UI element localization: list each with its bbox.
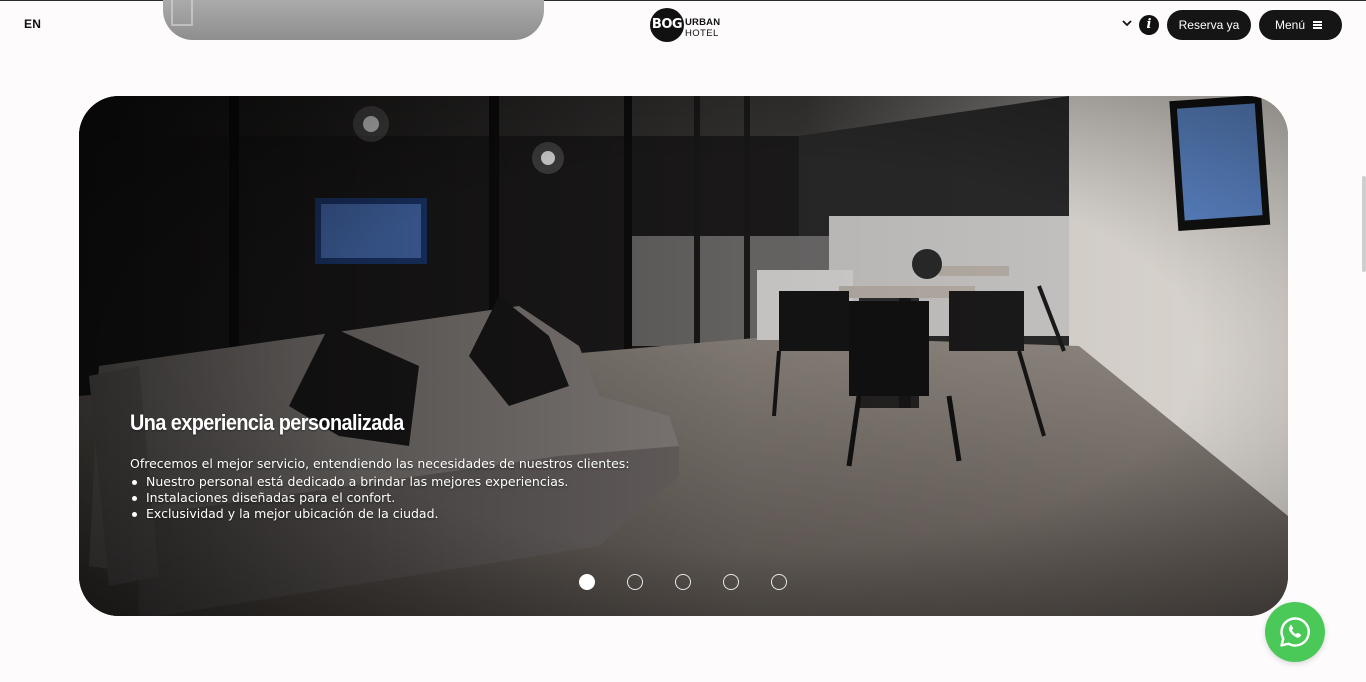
info-icon[interactable]: i (1139, 15, 1159, 35)
slide-bullet: Exclusividad y la mejor ubicación de la … (130, 506, 630, 522)
hamburger-icon (1313, 21, 1322, 29)
whatsapp-icon (1280, 617, 1310, 647)
menu-button[interactable]: Menú (1259, 10, 1342, 40)
language-switch[interactable]: EN (24, 17, 41, 31)
reserve-button[interactable]: Reserva ya (1167, 10, 1251, 40)
whatsapp-button[interactable] (1265, 602, 1325, 662)
hotel-logo[interactable]: BOG URBAN HOTEL (650, 8, 720, 42)
site-header: EN BOG URBAN HOTEL i Reserva ya Menú (0, 0, 1366, 50)
slider-dot-5[interactable] (771, 574, 787, 590)
logo-word-hotel: HOTEL (685, 28, 719, 39)
hero-slider: Una experiencia personalizada Ofrecemos … (79, 96, 1288, 616)
logo-word-urban: URBAN (685, 17, 721, 28)
slider-dot-4[interactable] (723, 574, 739, 590)
previous-section-image (163, 0, 544, 40)
slide-bullet: Nuestro personal está dedicado a brindar… (130, 474, 630, 490)
slide-photo-lounge (79, 96, 1288, 616)
slider-dot-1[interactable] (579, 574, 595, 590)
logo-mark: BOG (650, 8, 684, 42)
slide-bullet: Instalaciones diseñadas para el confort. (130, 490, 630, 506)
slide-intro: Ofrecemos el mejor servicio, entendiendo… (130, 456, 630, 471)
menu-button-label: Menú (1275, 18, 1306, 32)
slide-bullet-list: Nuestro personal está dedicado a brindar… (130, 474, 630, 522)
slider-dot-2[interactable] (627, 574, 643, 590)
slide-caption: Una experiencia personalizada Ofrecemos … (130, 410, 630, 522)
chevron-down-icon[interactable] (1121, 17, 1133, 29)
slide-heading: Una experiencia personalizada (130, 410, 404, 435)
slider-dot-3[interactable] (675, 574, 691, 590)
page-scrollbar[interactable] (1362, 176, 1366, 272)
